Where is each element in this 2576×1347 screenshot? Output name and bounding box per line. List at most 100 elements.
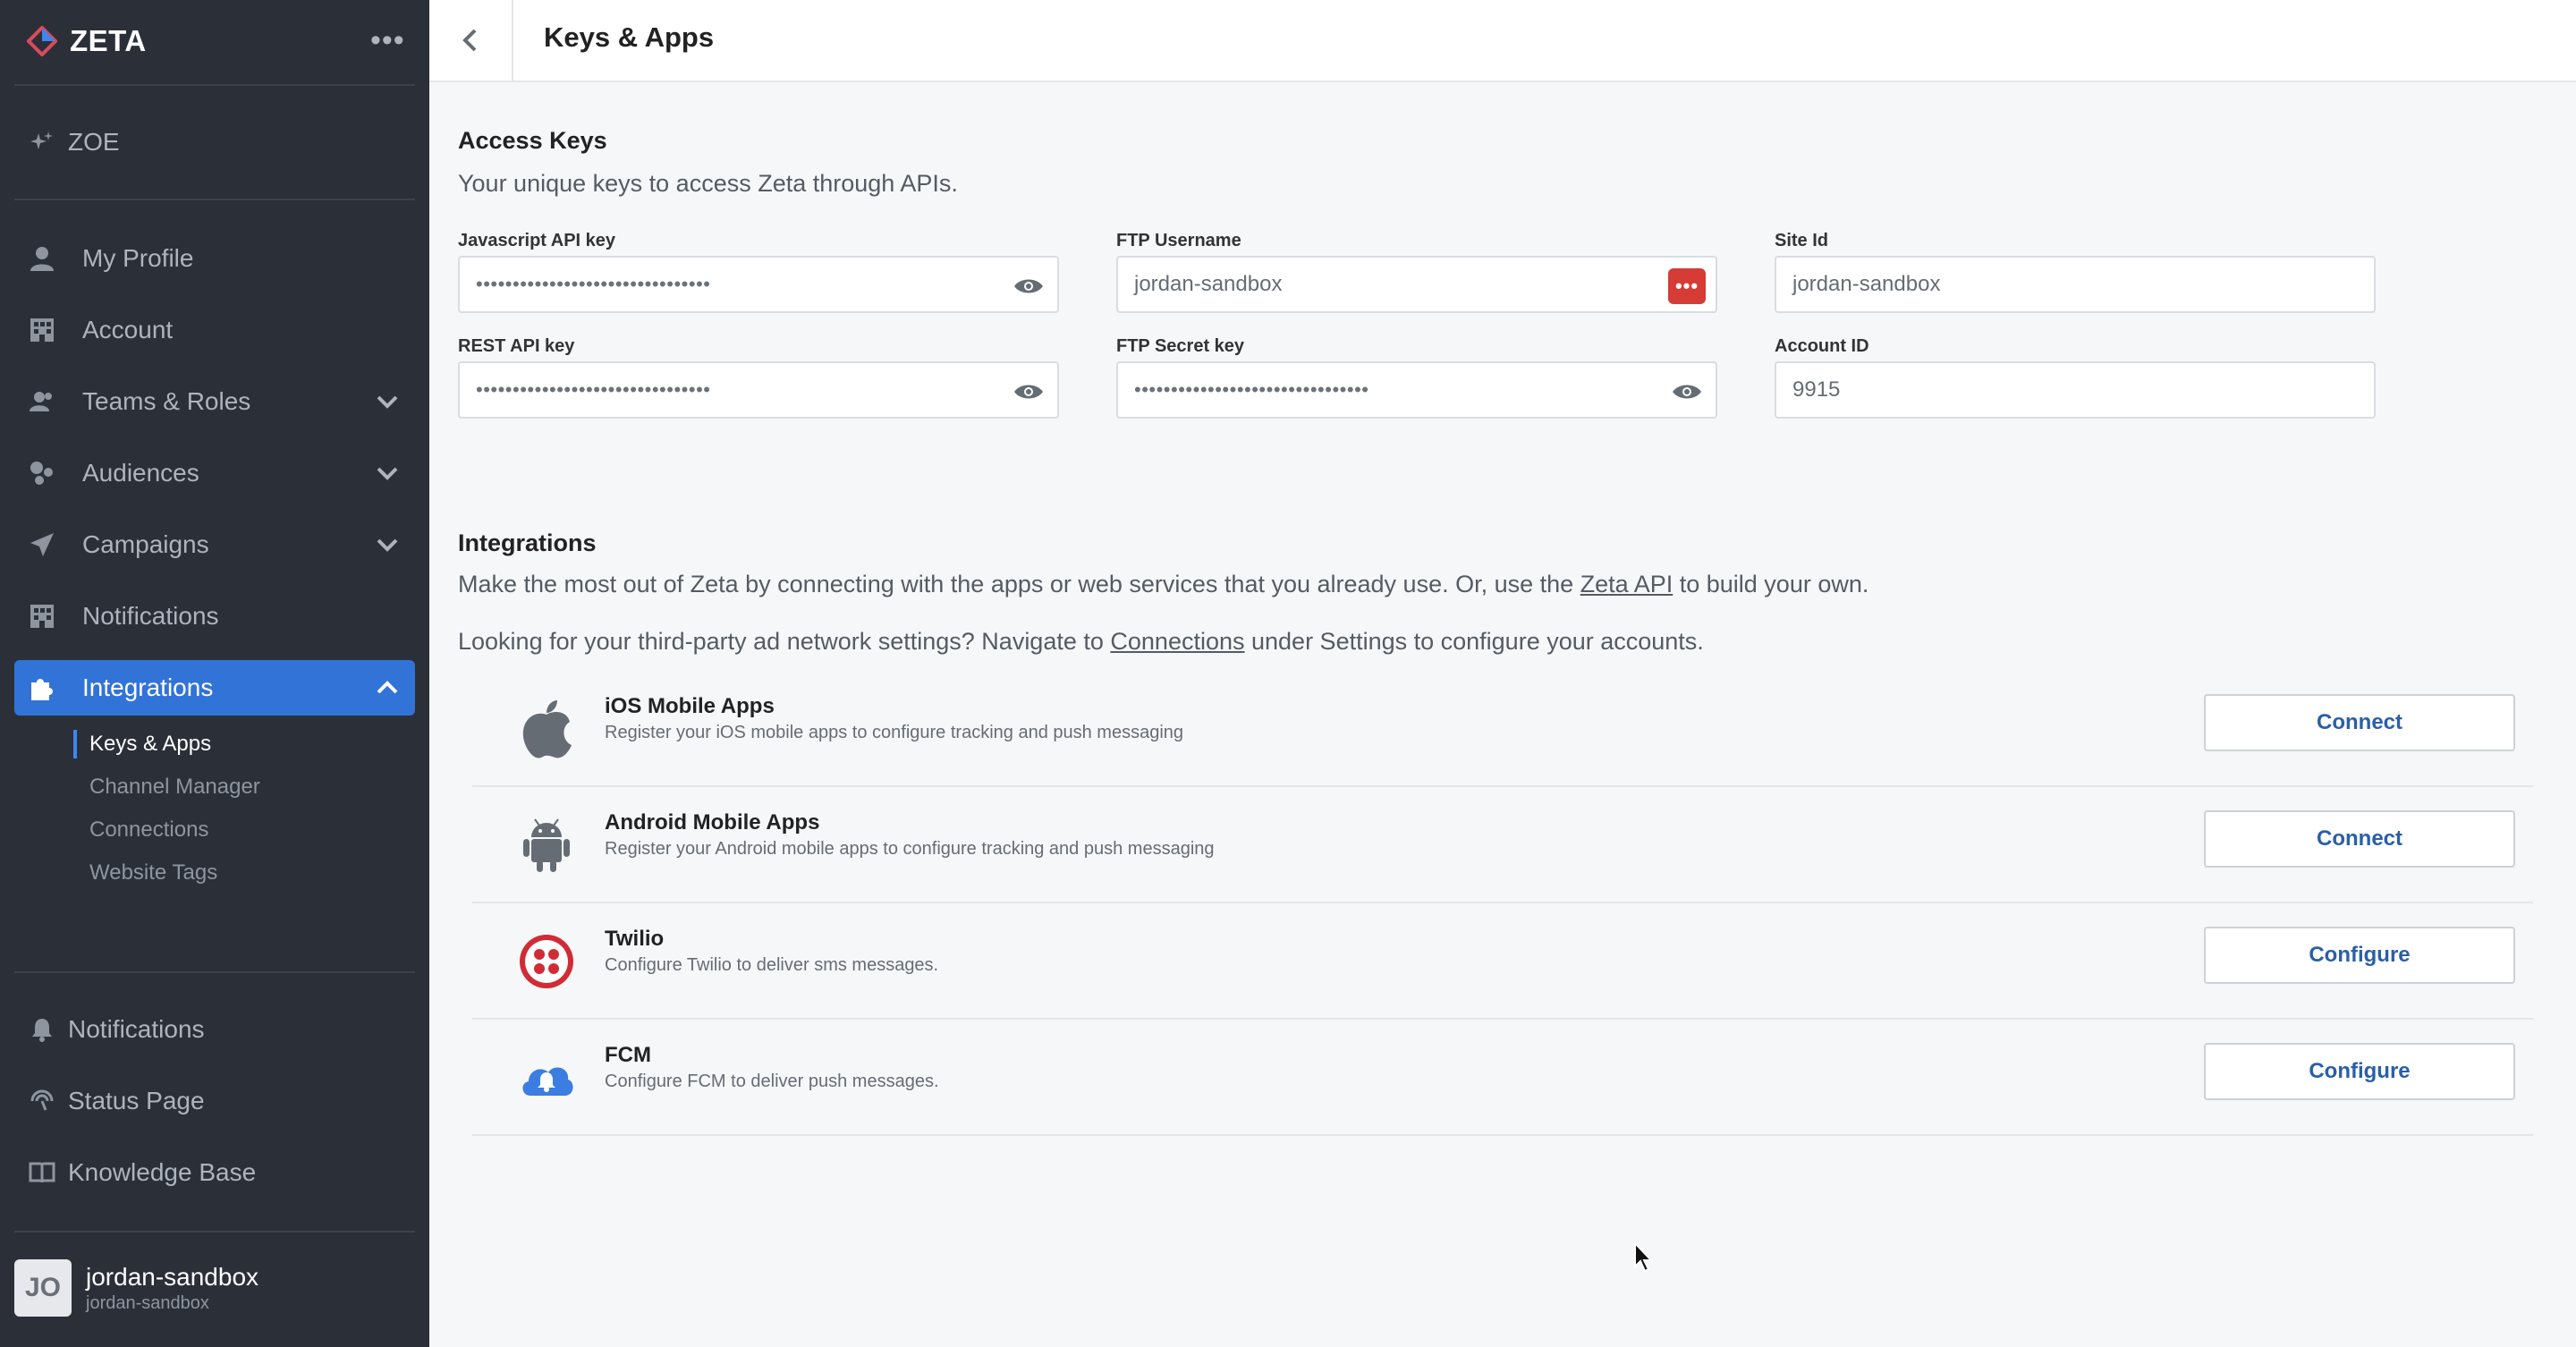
integration-description: Register your iOS mobile apps to configu…	[605, 723, 1184, 742]
sidebar-item-label: ZOE	[68, 128, 120, 156]
eye-icon[interactable]	[1013, 270, 1045, 302]
ftp-username-value: jordan-sandbox	[1134, 272, 1283, 296]
sidebar-subitem-channel-manager[interactable]: Channel Manager	[73, 771, 260, 803]
eye-icon[interactable]	[1013, 376, 1045, 408]
sidebar-item-label: Audiences	[82, 459, 199, 487]
mouse-cursor-icon	[1634, 1241, 1654, 1273]
integrations-title: Integrations	[458, 529, 597, 556]
back-button[interactable]	[429, 0, 513, 80]
integrations-description: Make the most out of Zeta by connecting …	[458, 571, 1868, 598]
ad-network-desc-text: Looking for your third-party ad network …	[458, 628, 1111, 655]
sidebar-item-label: My Profile	[82, 244, 194, 272]
eye-icon[interactable]	[1671, 376, 1703, 408]
divider	[14, 84, 415, 86]
rest-api-key-label: REST API key	[458, 336, 575, 356]
sidebar-item-teams-roles[interactable]: Teams & Roles	[14, 374, 415, 429]
rest-api-key-field[interactable]: ••••••••••••••••••••••••••••••••	[458, 361, 1059, 419]
person-icon	[27, 243, 57, 274]
bell-icon	[27, 1014, 57, 1045]
sidebar-item-label: Account	[82, 316, 174, 343]
ftp-secret-key-label: FTP Secret key	[1116, 336, 1245, 356]
more-options-icon[interactable]: •••	[370, 25, 405, 55]
sidebar-item-campaigns[interactable]: Campaigns	[14, 517, 415, 572]
account-id-value: 9915	[1792, 377, 1841, 402]
sidebar-subitem-website-tags[interactable]: Website Tags	[73, 857, 217, 889]
sidebar-item-label: Campaigns	[82, 530, 209, 558]
brand-name: ZETA	[70, 24, 147, 57]
sidebar-item-label: Knowledge Base	[68, 1158, 257, 1186]
site-id-value: jordan-sandbox	[1792, 272, 1941, 296]
user-subtitle: jordan-sandbox	[86, 1292, 209, 1313]
sidebar-item-label: Notifications	[82, 602, 219, 630]
ftp-username-label: FTP Username	[1116, 231, 1241, 250]
divider	[14, 199, 415, 200]
paper-plane-icon	[27, 529, 57, 560]
fcm-cloud-icon	[517, 1046, 576, 1109]
user-profile[interactable]: JO jordan-sandbox jordan-sandbox	[14, 1259, 258, 1317]
sidebar-item-integrations[interactable]: Integrations	[14, 660, 415, 716]
sidebar-item-label: Notifications	[68, 1015, 205, 1043]
configure-twilio-button[interactable]: Configure	[2204, 927, 2515, 984]
js-api-key-field[interactable]: ••••••••••••••••••••••••••••••••	[458, 256, 1059, 313]
integration-description: Register your Android mobile apps to con…	[605, 839, 1215, 859]
connect-ios-button[interactable]: Connect	[2204, 694, 2515, 751]
puzzle-icon	[27, 673, 57, 703]
page-header: Keys & Apps	[429, 0, 2576, 82]
ad-network-desc-text: under Settings to configure your account…	[1244, 628, 1704, 655]
account-id-label: Account ID	[1775, 336, 1869, 356]
signal-icon	[27, 1086, 57, 1116]
sidebar-item-zoe[interactable]: ZOE	[14, 114, 415, 170]
integration-name: Android Mobile Apps	[605, 810, 820, 834]
building-icon	[27, 601, 57, 631]
ftp-secret-key-field[interactable]: ••••••••••••••••••••••••••••••••	[1116, 361, 1717, 419]
integration-row-twilio: Twilio Configure Twilio to deliver sms m…	[472, 903, 2533, 1020]
chevron-down-icon[interactable]	[374, 531, 401, 558]
sidebar-footer-status-page[interactable]: Status Page	[14, 1073, 415, 1129]
configure-fcm-button[interactable]: Configure	[2204, 1043, 2515, 1100]
sidebar-item-audiences[interactable]: Audiences	[14, 445, 415, 501]
ftp-username-field[interactable]: jordan-sandbox •••	[1116, 256, 1717, 313]
js-api-key-value: ••••••••••••••••••••••••••••••••	[476, 273, 711, 295]
sidebar-item-my-profile[interactable]: My Profile	[14, 231, 415, 286]
ad-network-description: Looking for your third-party ad network …	[458, 628, 1704, 656]
account-id-field[interactable]: 9915	[1775, 361, 2376, 419]
password-manager-icon[interactable]: •••	[1667, 267, 1707, 306]
twilio-icon	[517, 930, 576, 993]
chevron-down-icon[interactable]	[374, 388, 401, 415]
sidebar: ZETA ••• ZOE My Profile Account Teams & …	[0, 0, 429, 1347]
js-api-key-label: Javascript API key	[458, 231, 616, 250]
zeta-logo-icon	[27, 26, 57, 56]
integrations-desc-text: to build your own.	[1673, 571, 1869, 597]
user-name: jordan-sandbox	[86, 1262, 259, 1291]
access-keys-description: Your unique keys to access Zeta through …	[458, 170, 958, 197]
integration-name: Twilio	[605, 927, 665, 951]
integration-row-android: Android Mobile Apps Register your Androi…	[472, 787, 2533, 903]
chevron-left-icon	[462, 29, 477, 52]
sidebar-footer-notifications[interactable]: Notifications	[14, 1002, 415, 1057]
brand[interactable]: ZETA	[27, 21, 147, 61]
sidebar-item-label: Integrations	[82, 674, 214, 701]
connections-link[interactable]: Connections	[1110, 628, 1244, 655]
sidebar-footer-knowledge-base[interactable]: Knowledge Base	[14, 1145, 415, 1200]
chevron-up-icon[interactable]	[374, 674, 401, 701]
connect-android-button[interactable]: Connect	[2204, 810, 2515, 868]
apple-icon	[517, 698, 576, 760]
sidebar-item-notifications[interactable]: Notifications	[14, 589, 415, 644]
sidebar-subitem-keys-apps[interactable]: Keys & Apps	[73, 728, 211, 760]
site-id-label: Site Id	[1775, 231, 1829, 250]
divider	[14, 971, 415, 973]
sidebar-subitem-connections[interactable]: Connections	[73, 814, 208, 846]
zeta-api-link[interactable]: Zeta API	[1580, 571, 1674, 597]
page-title: Keys & Apps	[544, 21, 715, 53]
integration-description: Configure Twilio to deliver sms messages…	[605, 955, 939, 975]
sidebar-item-label: Status Page	[68, 1087, 205, 1114]
sidebar-item-account[interactable]: Account	[14, 302, 415, 358]
site-id-field[interactable]: jordan-sandbox	[1775, 256, 2376, 313]
integration-row-ios: iOS Mobile Apps Register your iOS mobile…	[472, 671, 2533, 787]
chevron-down-icon[interactable]	[374, 460, 401, 487]
integration-description: Configure FCM to deliver push messages.	[605, 1072, 939, 1091]
integration-row-fcm: FCM Configure FCM to deliver push messag…	[472, 1020, 2533, 1136]
avatar: JO	[14, 1259, 72, 1317]
ftp-secret-key-value: ••••••••••••••••••••••••••••••••	[1134, 378, 1369, 401]
android-icon	[517, 814, 576, 877]
